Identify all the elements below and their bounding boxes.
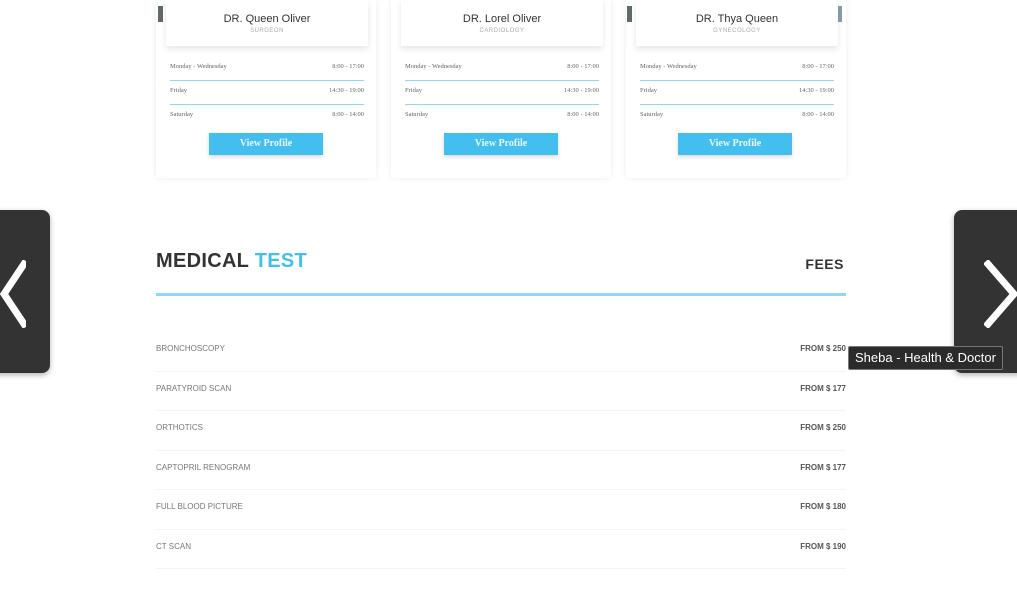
schedule-row: Saturday 8:00 - 14:00	[405, 105, 599, 128]
test-row: ORTHOTICS FROM $ 250	[156, 411, 846, 451]
chevron-left-icon	[0, 260, 26, 328]
test-price: FROM $ 250	[800, 344, 846, 353]
schedule-time: 8:00 - 14:00	[567, 111, 599, 118]
doctor-schedule: Monday - Wednesday 8:00 - 17:00 Friday 1…	[170, 57, 364, 128]
schedule-time: 14:30 - 19:00	[563, 87, 599, 94]
test-name: ORTHOTICS	[156, 423, 203, 432]
schedule-time: 8:00 - 14:00	[802, 111, 834, 118]
schedule-day: Monday - Wednesday	[405, 63, 462, 70]
test-row: CAPTOPRIL RENOGRAM FROM $ 177	[156, 451, 846, 490]
schedule-row: Monday - Wednesday 8:00 - 17:00	[170, 57, 364, 81]
schedule-row: Saturday 8:00 - 14:00	[640, 105, 834, 128]
doctor-card: DR. Thya Queen GYNECOLOGY Monday - Wedne…	[626, 0, 846, 178]
test-name: FULL BLOOD PICTURE	[156, 502, 243, 511]
doctor-photo-edge	[158, 6, 163, 22]
doctor-name: DR. Lorel Oliver	[462, 13, 542, 25]
test-price: FROM $ 190	[800, 541, 846, 551]
doctor-name-box: DR. Thya Queen GYNECOLOGY	[636, 0, 838, 46]
test-price: FROM $ 180	[800, 502, 846, 511]
schedule-row: Friday 14:30 - 19:00	[405, 81, 599, 105]
doctor-specialty: CARDIOLOGY	[479, 28, 525, 34]
schedule-day: Monday - Wednesday	[640, 63, 697, 70]
test-name: BRONCHOSCOPY	[156, 344, 225, 353]
tooltip: Sheba - Health & Doctor	[848, 346, 1003, 370]
schedule-time: 14:30 - 19:00	[328, 87, 364, 94]
doctor-name: DR. Queen Oliver	[223, 13, 311, 25]
schedule-row: Saturday 8:00 - 14:00	[170, 105, 364, 128]
test-row: PARATYROID SCAN FROM $ 177	[156, 372, 846, 411]
schedule-row: Monday - Wednesday 8:00 - 17:00	[405, 57, 599, 81]
fees-heading: FEES	[805, 256, 844, 272]
test-price: FROM $ 250	[800, 423, 846, 432]
schedule-day: Friday	[640, 87, 657, 94]
schedule-day: Friday	[170, 87, 187, 94]
schedule-day: Friday	[405, 87, 422, 94]
test-price: FROM $ 177	[800, 383, 846, 393]
schedule-row: Friday 14:30 - 19:00	[640, 81, 834, 105]
viewport-cutoff	[0, 572, 1017, 614]
schedule-time: 8:00 - 17:00	[802, 63, 834, 70]
doctor-name-box: DR. Queen Oliver SURGEON	[166, 0, 368, 46]
doctor-name-box: DR. Lorel Oliver CARDIOLOGY	[401, 0, 603, 46]
test-name: PARATYROID SCAN	[156, 383, 232, 393]
medical-test-title-accent: TEST	[254, 250, 308, 272]
schedule-day: Monday - Wednesday	[170, 63, 227, 70]
section-divider	[156, 293, 846, 296]
doctor-schedule: Monday - Wednesday 8:00 - 17:00 Friday 1…	[405, 57, 599, 128]
test-row: BRONCHOSCOPY FROM $ 250	[156, 332, 846, 372]
doctor-card: DR. Queen Oliver SURGEON Monday - Wednes…	[156, 0, 376, 178]
chevron-right-icon	[984, 260, 1017, 328]
schedule-day: Saturday	[405, 111, 429, 118]
test-price: FROM $ 177	[800, 462, 846, 472]
schedule-row: Monday - Wednesday 8:00 - 17:00	[640, 57, 834, 81]
schedule-time: 8:00 - 17:00	[567, 63, 599, 70]
doctor-name: DR. Thya Queen	[695, 13, 779, 25]
doctor-card: DR. Lorel Oliver CARDIOLOGY Monday - Wed…	[391, 0, 611, 178]
schedule-time: 14:30 - 19:00	[798, 87, 834, 94]
schedule-time: 8:00 - 17:00	[332, 63, 364, 70]
test-name: CAPTOPRIL RENOGRAM	[156, 462, 251, 472]
page: DR. Queen Oliver SURGEON Monday - Wednes…	[0, 0, 1017, 614]
medical-test-title: MEDICAL TEST	[156, 250, 307, 273]
view-profile-button[interactable]: View Profile	[444, 133, 558, 155]
test-row: CT SCAN FROM $ 190	[156, 530, 846, 569]
schedule-day: Saturday	[170, 111, 194, 118]
doctor-specialty: GYNECOLOGY	[713, 28, 761, 34]
test-row: FULL BLOOD PICTURE FROM $ 180	[156, 490, 846, 530]
view-profile-button[interactable]: View Profile	[678, 133, 792, 155]
test-name: CT SCAN	[156, 541, 191, 551]
doctor-photo-edge	[627, 6, 632, 22]
medical-test-title-main: MEDICAL	[156, 250, 249, 272]
doctor-specialty: SURGEON	[250, 28, 284, 34]
previous-button[interactable]	[0, 210, 50, 373]
medical-test-list: BRONCHOSCOPY FROM $ 250 PARATYROID SCAN …	[156, 332, 846, 569]
schedule-row: Friday 14:30 - 19:00	[170, 81, 364, 105]
schedule-day: Saturday	[640, 111, 664, 118]
doctor-cards: DR. Queen Oliver SURGEON Monday - Wednes…	[156, 0, 846, 180]
schedule-time: 8:00 - 14:00	[332, 111, 364, 118]
view-profile-button[interactable]: View Profile	[209, 133, 323, 155]
doctor-schedule: Monday - Wednesday 8:00 - 17:00 Friday 1…	[640, 57, 834, 128]
doctor-photo-edge	[838, 6, 842, 22]
